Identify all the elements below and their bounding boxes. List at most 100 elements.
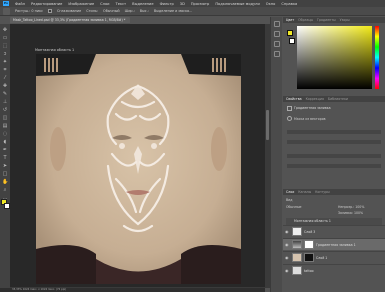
marquee-tool-preset[interactable]: [3, 7, 10, 15]
artboard-label[interactable]: Монтажная область 1: [35, 48, 74, 52]
zoom-tool-icon[interactable]: ⌕: [2, 187, 8, 193]
color-picker-field[interactable]: [297, 26, 372, 89]
eyedropper-icon[interactable]: ⁄: [2, 75, 8, 81]
feather-label: Растуш.: 0 пикс: [15, 9, 43, 13]
select-mask-button[interactable]: Выделение и маска...: [154, 9, 192, 13]
move-tool-icon[interactable]: ✥: [2, 27, 8, 33]
tab-paths[interactable]: Контуры: [315, 190, 330, 194]
layer-row[interactable]: ◉ Градиентная заливка 1: [283, 238, 385, 250]
properties-subtitle: Градиентная заливка: [294, 106, 331, 110]
menu-view[interactable]: Просмотр: [191, 2, 209, 6]
height-label: Выс.:: [139, 9, 149, 13]
tab-libraries[interactable]: Библиотеки: [328, 97, 348, 101]
hue-slider[interactable]: [375, 26, 379, 89]
hand-tool-icon[interactable]: ✋: [2, 179, 8, 185]
path-select-icon[interactable]: ➤: [2, 163, 8, 169]
brush-tool-icon[interactable]: ✎: [2, 91, 8, 97]
menu-plugins[interactable]: Подключаемые модули: [215, 2, 259, 6]
density-field[interactable]: [287, 130, 381, 134]
tab-properties[interactable]: Свойства: [286, 97, 302, 101]
magic-wand-icon[interactable]: ✦: [2, 59, 8, 65]
history-panel-icon[interactable]: [273, 21, 280, 27]
width-label: Шир.:: [124, 9, 135, 13]
menu-3d[interactable]: 3D: [180, 2, 185, 6]
tab-gradients[interactable]: Градиенты: [317, 18, 336, 22]
vertical-scroll-thumb[interactable]: [266, 110, 269, 140]
photoshop-logo: Ps: [3, 1, 9, 6]
clone-stamp-icon[interactable]: ⊥: [2, 99, 8, 105]
menu-window[interactable]: Окно: [266, 2, 276, 6]
layer-mask-thumbnail: [304, 253, 314, 262]
fill-field[interactable]: Заливка: 100%: [338, 211, 363, 215]
layer-filter-select[interactable]: Вид: [286, 198, 292, 202]
blur-tool-icon[interactable]: ◌: [2, 131, 8, 137]
history-brush-icon[interactable]: ↺: [2, 107, 8, 113]
panel-background-swatch[interactable]: [289, 38, 295, 44]
layer-thumbnail: [292, 227, 302, 236]
artboard-tool-icon[interactable]: ▭: [2, 35, 8, 41]
gradient-tool-icon[interactable]: ▤: [2, 123, 8, 129]
properties-panel-tabs: Свойства Коррекция Библиотеки: [283, 96, 385, 102]
layer-name: tattoo: [304, 268, 314, 273]
paragraph-panel-icon[interactable]: [273, 51, 280, 57]
color-panel-tabs: Цвет Образцы Градиенты Узоры: [283, 17, 385, 23]
layer-row[interactable]: ◉ Слой 3: [283, 225, 385, 237]
layer-thumbnail: [292, 266, 302, 275]
tab-color[interactable]: Цвет: [286, 18, 294, 22]
menu-file[interactable]: Файл: [15, 2, 25, 6]
layer-thumbnail: [292, 240, 302, 249]
crop-tool-icon[interactable]: ⌗: [2, 67, 8, 73]
actions-panel-icon[interactable]: [273, 31, 280, 37]
refine-field[interactable]: [287, 154, 381, 158]
tab-patterns[interactable]: Узоры: [340, 18, 350, 22]
character-panel-icon[interactable]: [273, 41, 280, 47]
panel-foreground-swatch[interactable]: [287, 30, 293, 36]
opacity-field[interactable]: Непрозр.: 100%: [338, 205, 364, 209]
layer-row[interactable]: ◉ tattoo: [283, 264, 385, 276]
feather-field[interactable]: [287, 140, 381, 144]
vector-mask-icon: [287, 116, 292, 121]
style-select[interactable]: Обычный: [103, 9, 120, 13]
tab-adjustments[interactable]: Коррекция: [306, 97, 324, 101]
properties-panel: Свойства Коррекция Библиотеки Градиентна…: [283, 96, 385, 186]
tab-swatches[interactable]: Образцы: [298, 18, 313, 22]
menu-image[interactable]: Изображение: [68, 2, 94, 6]
layer-group-artboard[interactable]: Монтажная область 1: [286, 218, 382, 225]
layer-name: Градиентная заливка 1: [316, 242, 356, 247]
menu-edit[interactable]: Редактирование: [31, 2, 62, 6]
layers-panel-tabs: Слои Каналы Контуры: [283, 189, 385, 195]
status-bar: 33,33% 1024 пикс. x 1024 пикс. (72 ppi): [0, 288, 265, 292]
smooth-label: Сглаживание: [56, 9, 82, 13]
invert-field[interactable]: [287, 164, 381, 168]
rectangle-tool-icon[interactable]: □: [2, 171, 8, 177]
visibility-eye-icon[interactable]: ◉: [285, 242, 290, 247]
gradient-fill-icon: [287, 106, 292, 111]
layer-row[interactable]: ◉ Слой 1: [283, 251, 385, 263]
smooth-checkbox[interactable]: [47, 9, 52, 13]
menu-type[interactable]: Текст: [116, 2, 127, 6]
menu-bar: Ps Файл Редактирование Изображение Слои …: [0, 0, 385, 7]
visibility-eye-icon[interactable]: ◉: [285, 229, 290, 234]
pen-tool-icon[interactable]: ✒: [2, 147, 8, 153]
menu-layers[interactable]: Слои: [100, 2, 109, 6]
style-label: Стиль:: [86, 9, 99, 13]
dodge-tool-icon[interactable]: ◖: [2, 139, 8, 145]
eraser-icon[interactable]: ◫: [2, 115, 8, 121]
tab-layers[interactable]: Слои: [286, 190, 294, 194]
blend-mode-select[interactable]: Обычные: [286, 205, 301, 209]
menu-select[interactable]: Выделение: [132, 2, 153, 6]
healing-brush-icon[interactable]: ✚: [2, 83, 8, 89]
layer-name: Слой 3: [304, 229, 316, 234]
type-tool-icon[interactable]: T: [2, 155, 8, 161]
lasso-tool-icon[interactable]: ↄ: [2, 51, 8, 57]
menu-filter[interactable]: Фильтр: [160, 2, 174, 6]
visibility-eye-icon[interactable]: ◉: [285, 268, 290, 273]
artboard[interactable]: [36, 54, 241, 284]
marquee-tool-icon[interactable]: ⬚: [2, 43, 8, 49]
tools-panel: ✥ ▭ ⬚ ↄ ✦ ⌗ ⁄ ✚ ✎ ⊥ ↺ ◫ ▤ ◌ ◖ ✒ T ➤ □ ✋ …: [0, 24, 10, 288]
tab-channels[interactable]: Каналы: [298, 190, 311, 194]
vector-mask-label: Маска из векторов: [294, 117, 326, 121]
document-tab[interactable]: Mask_Tattoo_Lined.psd @ 33,3% (Градиентн…: [10, 17, 130, 23]
menu-help[interactable]: Справка: [281, 2, 297, 6]
visibility-eye-icon[interactable]: ◉: [285, 255, 290, 260]
